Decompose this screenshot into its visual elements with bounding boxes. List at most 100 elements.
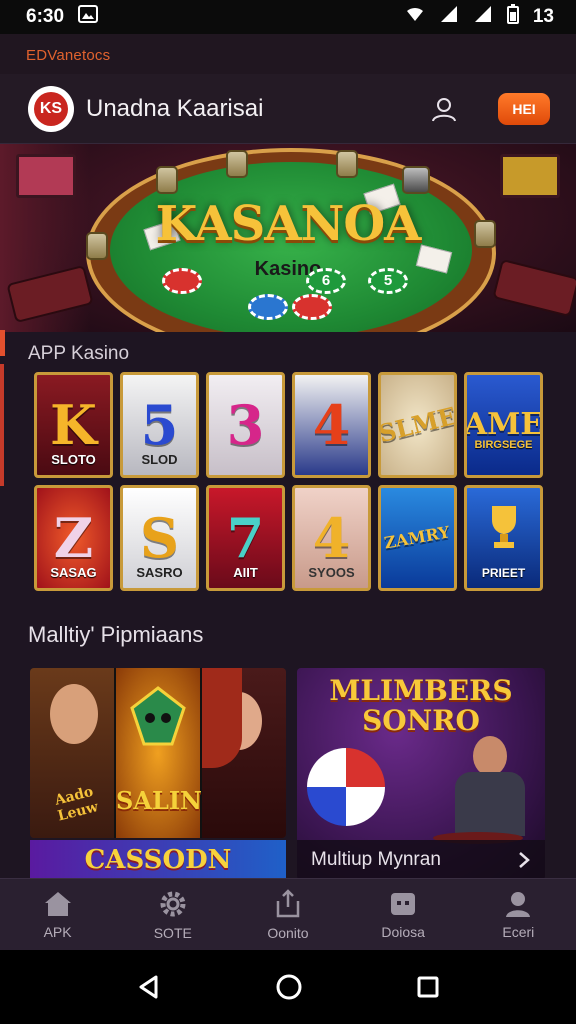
system-navigation-bar (0, 950, 576, 1024)
share-icon (276, 888, 300, 917)
chip-stack-decoration (402, 166, 430, 194)
game-label: SYOOS (308, 565, 355, 580)
app-title: Unadna Kaarisai (86, 94, 264, 122)
game-tile[interactable]: PRIEET (464, 485, 543, 591)
game-tile[interactable]: Z SASAG (34, 485, 113, 591)
roulette-wheel-decoration (307, 748, 385, 826)
promo-card-right[interactable]: MLIMBERS SONRO Multiup Mynran (297, 668, 545, 880)
game-symbol: 4 (312, 506, 351, 570)
home-icon (44, 891, 71, 916)
promo-panel-woman-2 (202, 668, 286, 838)
game-grid: K SLOTO 5 SLOD 3 4 SLME AME BIRGSEGE Z S… (34, 372, 546, 591)
game-label: AIIT (233, 565, 258, 580)
chip-stack-decoration (156, 166, 178, 194)
promo-card-left[interactable]: Aado Leuw SALIN (30, 668, 286, 838)
game-tile[interactable]: 7 AIIT (206, 485, 285, 591)
app-header: KS Unadna Kaarisai HEI (0, 74, 576, 144)
game-symbol: Z (53, 506, 94, 570)
person-icon (506, 891, 531, 917)
image-notification-icon (78, 5, 99, 29)
mask-icon (130, 686, 186, 746)
profile-button[interactable] (424, 89, 464, 129)
nav-label: SOTE (153, 924, 192, 941)
app-screen: EDVanetocs KS Unadna Kaarisai HEI KASANO… (0, 34, 576, 950)
hero-title: KASANOA (155, 196, 422, 252)
promo-center-text: SALIN (116, 786, 202, 815)
game-tile[interactable]: 4 SYOOS (292, 485, 371, 591)
game-symbol: 5 (140, 393, 179, 457)
game-tile[interactable]: AME BIRGSEGE (464, 372, 543, 478)
game-symbol: S (140, 506, 179, 570)
game-tile[interactable]: 4 (292, 372, 371, 478)
back-icon[interactable] (136, 974, 162, 1000)
hero-subtitle: Kasino (254, 258, 322, 280)
promo-banner-left[interactable]: CASSODN (30, 840, 286, 880)
gear-icon (160, 891, 186, 916)
recents-icon[interactable] (416, 975, 440, 999)
app-logo[interactable]: KS (28, 85, 74, 132)
home-circle-icon[interactable] (275, 973, 303, 1001)
game-symbol: 7 (226, 506, 265, 570)
poker-chip-decoration (162, 268, 202, 294)
nav-item-doiosa[interactable]: Doiosa (353, 890, 453, 940)
game-symbol: AME (464, 407, 543, 442)
person-outline-icon (432, 97, 456, 121)
dealer-body-decoration (455, 772, 525, 836)
nav-item-sote[interactable]: SOTE (123, 889, 223, 941)
game-label: SLOTO (51, 452, 96, 467)
promo-right-caption[interactable]: Multiup Mynran (297, 840, 545, 880)
game-label: SASRO (136, 565, 183, 580)
game-symbol: K (50, 393, 97, 457)
nav-label: APK (43, 923, 72, 940)
game-tile[interactable]: S SASRO (120, 485, 199, 591)
nav-label: Oonito (267, 924, 309, 941)
header-cta-button[interactable]: HEI (498, 92, 550, 125)
game-label: BIRGSEGE (474, 439, 533, 451)
bottom-navigation: APK SOTE Oonito Doiosa Eceri (0, 878, 576, 950)
game-label: SASAG (50, 565, 97, 580)
promo-panel-mask: SALIN (116, 668, 202, 838)
signal-icon-2 (473, 5, 493, 29)
game-tile[interactable]: 5 SLOD (120, 372, 199, 478)
game-tile[interactable]: 3 (206, 372, 285, 478)
poker-chip-decoration (248, 294, 288, 320)
signal-icon (439, 5, 459, 29)
promo-right-title-1: MLIMBERS (329, 674, 513, 707)
battery-icon (506, 4, 519, 30)
promo-panel-woman: Aado Leuw (30, 668, 116, 838)
promo-right-caption-text: Multiup Mynran (311, 849, 441, 870)
logo-mark: KS (34, 91, 68, 126)
poker-chip-5: 5 (368, 268, 408, 294)
section-title-promotions: Malltiy' Pipmiaans (28, 622, 204, 647)
game-tile[interactable]: ZAMRY (378, 485, 457, 591)
battery-level: 13 (532, 6, 554, 27)
hair-decoration (202, 668, 242, 768)
promo-right-title-2: SONRO (362, 704, 480, 737)
game-symbol: 4 (312, 393, 351, 457)
nav-item-apk[interactable]: APK (8, 890, 108, 940)
nav-item-eceri[interactable]: Eceri (468, 890, 568, 940)
game-symbol: ZAMRY (383, 522, 452, 553)
brand-strip: EDVanetocs (0, 34, 576, 74)
slot-screen-decoration (16, 154, 76, 198)
wifi-icon (405, 5, 425, 29)
section-title-app-kasino: APP Kasino (28, 343, 130, 364)
game-tile[interactable]: SLME (378, 372, 457, 478)
promo-left-text: Aado Leuw (53, 783, 100, 825)
game-label: PRIEET (481, 566, 526, 580)
nav-label: Eceri (502, 923, 535, 940)
hero-banner[interactable]: KASANOA Kasino 6 5 (0, 144, 576, 332)
dealer-face-decoration (473, 736, 507, 776)
wallet-icon (391, 892, 416, 915)
section-accent-bar-long (0, 364, 4, 486)
chip-stack-decoration (226, 150, 248, 178)
game-label: SLOD (141, 452, 178, 467)
nav-item-oonito[interactable]: Oonito (238, 888, 338, 941)
nav-label: Doiosa (381, 923, 425, 940)
slot-screen-decoration (500, 154, 560, 198)
chip-stack-decoration (336, 150, 358, 178)
poker-chip-6: 6 (306, 268, 346, 294)
trophy-icon (491, 506, 516, 548)
chevron-right-icon (519, 852, 530, 868)
game-tile[interactable]: K SLOTO (34, 372, 113, 478)
